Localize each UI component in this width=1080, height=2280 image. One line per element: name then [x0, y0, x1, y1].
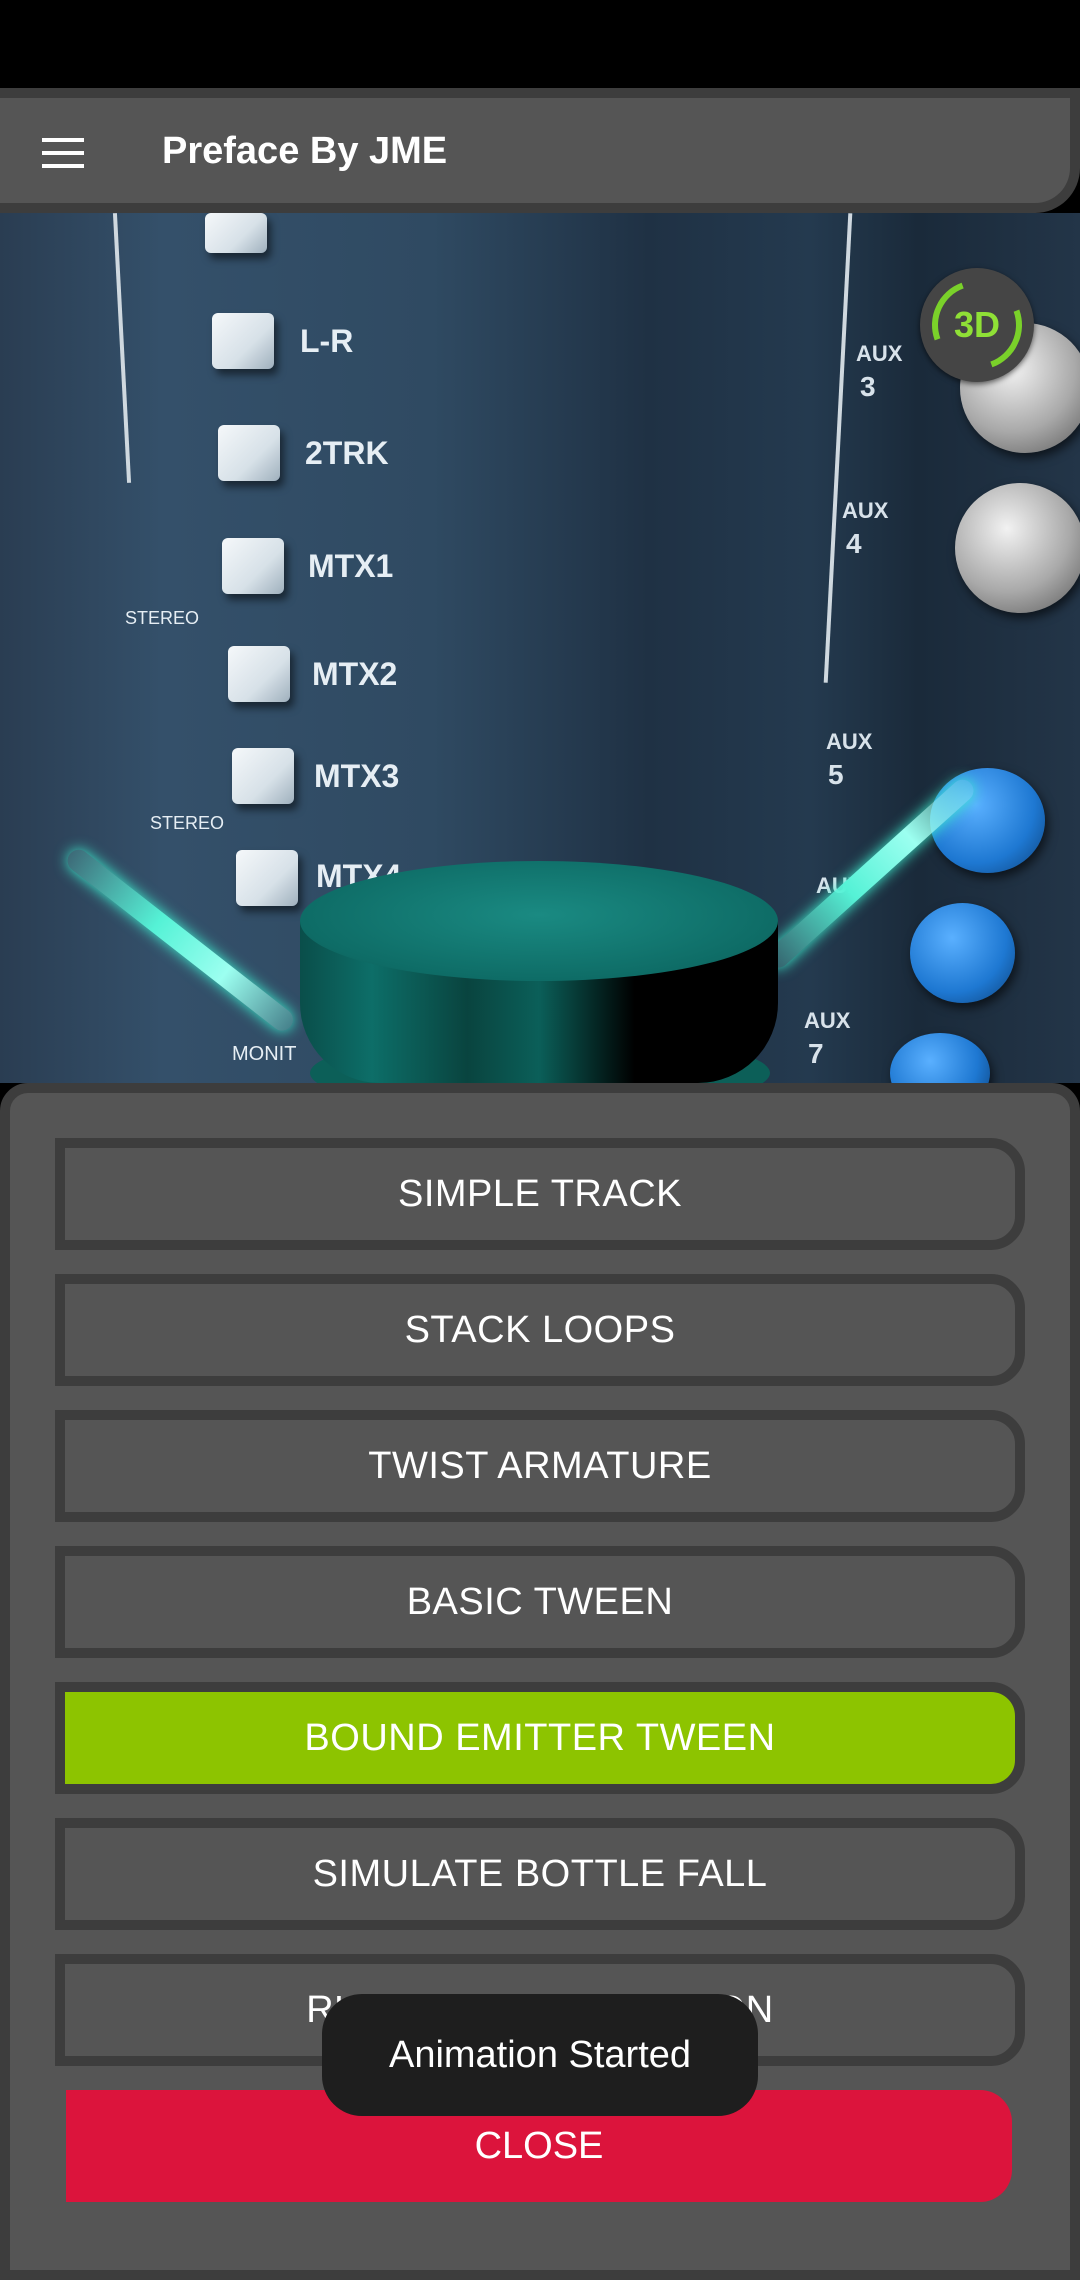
mixer-knob: [955, 483, 1080, 613]
mixer-key-label: L-R: [300, 323, 354, 359]
basic-tween-button[interactable]: BASIC TWEEN: [55, 1546, 1025, 1658]
mixer-key: [222, 538, 284, 594]
3d-toggle-icon[interactable]: 3D: [917, 265, 1037, 385]
bound-emitter-disc: [300, 861, 778, 981]
app-toolbar: Preface By JME: [0, 88, 1080, 213]
status-bar: [0, 0, 1080, 88]
mixer-knob-blue: [890, 1033, 990, 1083]
aux-label: AUX: [804, 1008, 851, 1033]
mixer-key: [212, 313, 274, 369]
bound-emitter-tween-button[interactable]: BOUND EMITTER TWEEN: [55, 1682, 1025, 1794]
panel-line: [112, 213, 132, 483]
stack-loops-button[interactable]: STACK LOOPS: [55, 1274, 1025, 1386]
simulate-bottle-fall-button[interactable]: SIMULATE BOTTLE FALL: [55, 1818, 1025, 1930]
twist-armature-button[interactable]: TWIST ARMATURE: [55, 1410, 1025, 1522]
panel-side-label: STEREO: [125, 608, 200, 628]
mixer-key: [232, 748, 294, 804]
panel-side-label: STEREO: [150, 813, 225, 833]
mixer-key: [205, 213, 267, 253]
aux-label: AUX: [856, 341, 903, 366]
aux-label: AUX: [842, 498, 889, 523]
aux-label: 7: [808, 1038, 824, 1069]
aux-label: 3: [860, 371, 876, 402]
mixer-key-label: MTX3: [314, 758, 400, 794]
mixer-knob-blue: [910, 903, 1015, 1003]
mixer-key: [218, 425, 280, 481]
panel-side-label: MONIT: [232, 1043, 297, 1065]
mixer-key: [236, 850, 298, 906]
ar-camera-view[interactable]: L-R 2TRK MTX1 MTX2 MTX3 MTX4 STEREO STER…: [0, 213, 1080, 1083]
app-title: Preface By JME: [162, 130, 448, 172]
mixer-key-label: MTX2: [312, 656, 398, 692]
mixer-key-label: 2TRK: [305, 435, 389, 471]
aux-label: AUX: [826, 729, 873, 754]
aux-label: 4: [846, 528, 862, 559]
mixer-key-label: MTX1: [308, 548, 394, 584]
toast-message: Animation Started: [322, 1994, 758, 2116]
hamburger-menu-icon[interactable]: [42, 138, 84, 168]
panel-line: [823, 213, 853, 683]
simple-track-button[interactable]: SIMPLE TRACK: [55, 1138, 1025, 1250]
aux-label: 5: [828, 759, 844, 790]
mixer-knob-blue: [930, 768, 1045, 873]
mixer-key: [228, 646, 290, 702]
